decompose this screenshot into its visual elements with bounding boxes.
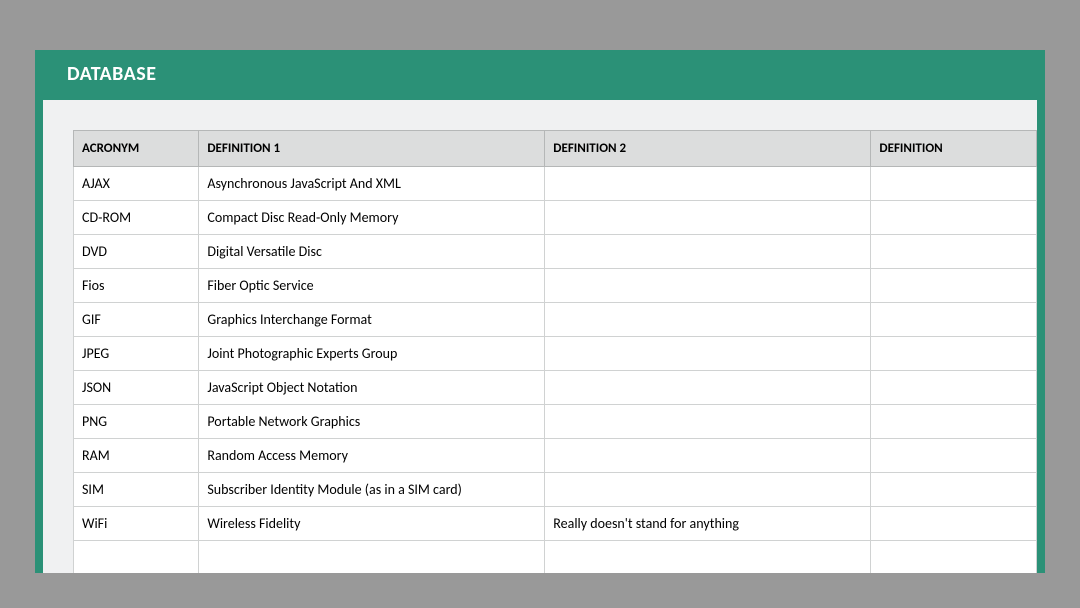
cell-def2[interactable]: Really doesn't stand for anything — [545, 507, 871, 541]
cell-def2[interactable] — [545, 439, 871, 473]
content-area: ACRONYM DEFINITION 1 DEFINITION 2 DEFINI… — [43, 100, 1037, 573]
header-acronym[interactable]: ACRONYM — [74, 131, 199, 167]
cell-def1[interactable]: Subscriber Identity Module (as in a SIM … — [199, 473, 545, 507]
cell-def3[interactable] — [871, 235, 1037, 269]
cell-def1[interactable]: Fiber Optic Service — [199, 269, 545, 303]
cell-acronym[interactable]: JPEG — [74, 337, 199, 371]
cell-def2[interactable] — [545, 473, 871, 507]
cell-acronym[interactable]: GIF — [74, 303, 199, 337]
page-title: DATABASE — [35, 50, 1045, 100]
cell-def3[interactable] — [871, 303, 1037, 337]
cell-acronym[interactable]: WiFi — [74, 507, 199, 541]
table-row: WiFi Wireless Fidelity Really doesn't st… — [74, 507, 1037, 541]
header-definition-2[interactable]: DEFINITION 2 — [545, 131, 871, 167]
cell-acronym[interactable]: DVD — [74, 235, 199, 269]
cell-def3[interactable] — [871, 405, 1037, 439]
cell-def1[interactable] — [199, 541, 545, 574]
cell-def1[interactable]: JavaScript Object Notation — [199, 371, 545, 405]
cell-acronym[interactable]: SIM — [74, 473, 199, 507]
cell-def3[interactable] — [871, 371, 1037, 405]
cell-def2[interactable] — [545, 167, 871, 201]
cell-def3[interactable] — [871, 167, 1037, 201]
table-row: Fios Fiber Optic Service — [74, 269, 1037, 303]
cell-acronym[interactable]: AJAX — [74, 167, 199, 201]
cell-def3[interactable] — [871, 269, 1037, 303]
table-row: GIF Graphics Interchange Format — [74, 303, 1037, 337]
cell-def1[interactable]: Compact Disc Read-Only Memory — [199, 201, 545, 235]
cell-def3[interactable] — [871, 439, 1037, 473]
cell-def1[interactable]: Wireless Fidelity — [199, 507, 545, 541]
cell-def3[interactable] — [871, 473, 1037, 507]
cell-def2[interactable] — [545, 337, 871, 371]
cell-def1[interactable]: Asynchronous JavaScript And XML — [199, 167, 545, 201]
database-panel: DATABASE ACRONYM DEFINITION 1 DEFINITION… — [35, 50, 1045, 573]
cell-def2[interactable] — [545, 541, 871, 574]
cell-acronym[interactable]: CD-ROM — [74, 201, 199, 235]
table-body: AJAX Asynchronous JavaScript And XML CD-… — [74, 167, 1037, 574]
table-row: RAM Random Access Memory — [74, 439, 1037, 473]
cell-def1[interactable]: Random Access Memory — [199, 439, 545, 473]
cell-def3[interactable] — [871, 507, 1037, 541]
cell-def1[interactable]: Graphics Interchange Format — [199, 303, 545, 337]
cell-def1[interactable]: Digital Versatile Disc — [199, 235, 545, 269]
table-row: SIM Subscriber Identity Module (as in a … — [74, 473, 1037, 507]
table-row: PNG Portable Network Graphics — [74, 405, 1037, 439]
cell-acronym[interactable]: PNG — [74, 405, 199, 439]
table-row: AJAX Asynchronous JavaScript And XML — [74, 167, 1037, 201]
table-row: CD-ROM Compact Disc Read-Only Memory — [74, 201, 1037, 235]
cell-acronym[interactable]: JSON — [74, 371, 199, 405]
cell-def1[interactable]: Joint Photographic Experts Group — [199, 337, 545, 371]
cell-def2[interactable] — [545, 371, 871, 405]
cell-def1[interactable]: Portable Network Graphics — [199, 405, 545, 439]
table-row: JSON JavaScript Object Notation — [74, 371, 1037, 405]
cell-acronym[interactable] — [74, 541, 199, 574]
table-row: DVD Digital Versatile Disc — [74, 235, 1037, 269]
table-row: JPEG Joint Photographic Experts Group — [74, 337, 1037, 371]
table-wrapper: ACRONYM DEFINITION 1 DEFINITION 2 DEFINI… — [73, 130, 1037, 573]
header-definition-1[interactable]: DEFINITION 1 — [199, 131, 545, 167]
cell-def3[interactable] — [871, 201, 1037, 235]
table-header-row: ACRONYM DEFINITION 1 DEFINITION 2 DEFINI… — [74, 131, 1037, 167]
acronym-table: ACRONYM DEFINITION 1 DEFINITION 2 DEFINI… — [73, 130, 1037, 573]
cell-def3[interactable] — [871, 541, 1037, 574]
cell-def2[interactable] — [545, 405, 871, 439]
cell-def2[interactable] — [545, 303, 871, 337]
cell-def2[interactable] — [545, 235, 871, 269]
cell-acronym[interactable]: Fios — [74, 269, 199, 303]
cell-def3[interactable] — [871, 337, 1037, 371]
cell-acronym[interactable]: RAM — [74, 439, 199, 473]
table-row — [74, 541, 1037, 574]
cell-def2[interactable] — [545, 269, 871, 303]
header-definition-3[interactable]: DEFINITION — [871, 131, 1037, 167]
cell-def2[interactable] — [545, 201, 871, 235]
